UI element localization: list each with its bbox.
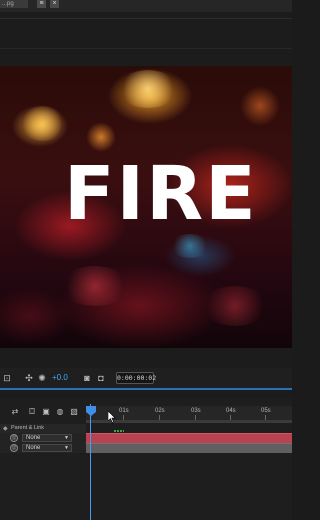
top-panel-strip: ...pg ≡ × <box>0 0 292 12</box>
parent-pickwhip-icon[interactable]: @ <box>10 444 18 452</box>
parent-dropdown-value: None <box>26 445 41 451</box>
flame-glow <box>240 86 280 126</box>
divider <box>0 48 292 49</box>
panel-focus-line <box>0 388 292 390</box>
timeline-panel: ⇄ ⛋ ▣ ◍ ▧ 01s 02s 03s 04s 05s ◆ Parent &… <box>0 398 292 520</box>
ruler-label: 03s <box>191 408 201 414</box>
motion-blur-icon[interactable]: ◍ <box>55 407 65 417</box>
mouse-cursor-icon <box>108 411 116 423</box>
flame-glow <box>118 70 178 108</box>
panel-tab-label: ...pg <box>2 1 14 7</box>
exposure-value[interactable]: +0.0 <box>52 373 68 383</box>
parent-dropdown[interactable]: None ▼ <box>22 444 72 452</box>
draft-3d-icon[interactable]: ⛋ <box>27 407 37 417</box>
fire-title-text[interactable]: FIRE <box>64 152 284 236</box>
ruler-label: 02s <box>155 408 165 414</box>
layer-columns-header: ◆ Parent & Link <box>0 424 86 433</box>
label-column-icon: ◆ <box>3 426 8 432</box>
show-snapshot-icon[interactable]: ◘ <box>96 373 106 383</box>
ruler-label: 04s <box>226 408 236 414</box>
divider <box>0 18 292 19</box>
close-icon[interactable]: × <box>50 0 59 8</box>
flame-glow <box>86 122 116 152</box>
parent-dropdown-value: None <box>26 435 41 441</box>
work-area-bar[interactable] <box>86 420 292 423</box>
parent-dropdown[interactable]: None ▼ <box>22 434 72 442</box>
layer-duration-bar[interactable] <box>86 443 292 453</box>
playhead-line[interactable] <box>90 404 91 520</box>
ruler-label: 01s <box>119 408 129 414</box>
viewer-toolbar: ⊡ ✣ ✺ +0.0 ◙ ◘ 0:00:00:02 <box>0 368 292 388</box>
red-ember <box>60 266 130 306</box>
current-time-display[interactable]: 0:00:00:02 <box>116 372 156 384</box>
pickwhip-icon[interactable]: ⇄ <box>10 407 20 417</box>
cache-indicator <box>114 430 124 432</box>
layer-row[interactable]: @ None ▼ <box>0 443 86 453</box>
time-ruler[interactable]: 01s 02s 03s 04s 05s <box>86 406 292 420</box>
chevron-down-icon: ▼ <box>64 435 69 441</box>
parent-pickwhip-icon[interactable]: @ <box>10 434 18 442</box>
layer-row[interactable]: @ None ▼ <box>0 433 86 443</box>
chevron-down-icon: ▼ <box>64 445 69 451</box>
parent-link-column-label: Parent & Link <box>11 425 45 431</box>
panel-menu-icon[interactable]: ≡ <box>37 0 46 8</box>
color-channels-icon[interactable]: ✣ <box>24 373 34 383</box>
region-of-interest-icon[interactable]: ⊡ <box>2 373 12 383</box>
flame-glow <box>20 106 65 141</box>
app-window: ...pg ≡ × FIRE ⊡ ✣ ✺ +0.0 ◙ ◘ 0:00:00:02… <box>0 0 292 520</box>
composition-viewer[interactable]: FIRE <box>0 66 292 348</box>
snapshot-camera-icon[interactable]: ◙ <box>82 373 92 383</box>
blue-ember <box>170 234 210 258</box>
shy-layers-icon[interactable]: ▣ <box>41 407 51 417</box>
reset-exposure-icon[interactable]: ✺ <box>37 373 47 383</box>
ruler-label: 05s <box>261 408 271 414</box>
graph-editor-icon[interactable]: ▧ <box>69 407 79 417</box>
red-ember <box>200 286 270 326</box>
layer-duration-bar[interactable] <box>86 433 292 443</box>
panel-tab[interactable]: ...pg <box>0 0 28 8</box>
